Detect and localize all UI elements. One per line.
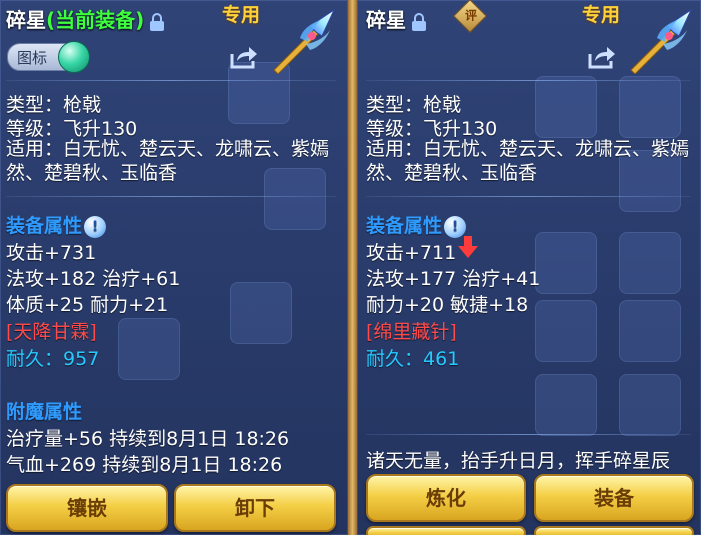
enchant-header: 附魔属性 — [6, 401, 83, 423]
background-slot — [619, 232, 681, 294]
refine-button[interactable]: 炼化 — [366, 474, 526, 522]
item-title: 碎星 — [366, 4, 426, 33]
magic-heal-stat: 法攻+177 治疗+41 — [366, 268, 541, 290]
item-type: 类型：枪戟 — [366, 94, 462, 116]
decrease-arrow-icon — [458, 235, 479, 258]
attributes-header-label: 装备属性 — [6, 215, 83, 237]
durability: 耐久：957 — [6, 344, 99, 371]
item-name: 碎星 — [366, 8, 406, 32]
lock-icon — [412, 12, 426, 31]
divider-line — [366, 80, 691, 81]
durability-value: 461 — [423, 348, 460, 370]
unequip-button[interactable]: 卸下 — [174, 484, 336, 532]
background-slot — [619, 300, 681, 362]
enchant-heal: 治疗量+56 持续到8月1日 18:26 — [6, 428, 290, 450]
background-slot — [619, 76, 681, 138]
durability-value: 957 — [63, 348, 100, 370]
durability-label: 耐久： — [6, 348, 64, 370]
divider-line — [366, 196, 691, 197]
magic-heal-stat: 法攻+182 治疗+61 — [6, 268, 181, 290]
equip-button[interactable]: 装备 — [534, 474, 694, 522]
lock-icon — [150, 12, 165, 31]
background-slot — [619, 374, 681, 436]
background-slot — [535, 232, 597, 294]
divider-line — [366, 434, 691, 435]
share-icon[interactable] — [587, 44, 617, 70]
background-slot — [118, 318, 180, 380]
background-slot — [535, 76, 597, 138]
attack-stat: 攻击+711 — [366, 235, 479, 265]
info-icon[interactable]: ! — [444, 215, 467, 238]
special-effect: [绵里藏针] — [366, 321, 457, 343]
equipped-status: (当前装备) — [46, 8, 145, 32]
attack-stat-value: 攻击+711 — [366, 242, 457, 264]
durability-label: 耐久： — [366, 348, 424, 370]
background-slot — [535, 374, 597, 436]
spear-weapon-icon — [630, 8, 693, 74]
attributes-header: 装备属性! — [6, 211, 107, 238]
item-type: 类型：枪戟 — [6, 94, 102, 116]
special-effect: [天降甘霖] — [6, 321, 97, 343]
inlay-button[interactable]: 镶嵌 — [6, 484, 168, 532]
item-applicable-classes: 适用：白无忧、楚云天、龙啸云、紫嫣然、楚碧秋、玉临香 — [366, 138, 690, 184]
divider-line — [6, 80, 336, 81]
body-stats: 体质+25 耐力+21 — [6, 294, 169, 316]
info-icon[interactable]: ! — [84, 215, 107, 238]
share-icon[interactable] — [229, 44, 259, 70]
enchant-hp: 气血+269 持续到8月1日 18:26 — [6, 454, 283, 476]
icon-toggle-button[interactable]: 图标 — [7, 41, 90, 73]
compare-item-panel: 碎星 评 专用 类型：枪戟 等级：飞升130 适用：白无忧、楚云天、龙啸云、紫嫣… — [357, 0, 701, 535]
rate-badge-icon[interactable]: 评 — [453, 0, 487, 33]
exclusive-label: 专用 — [222, 4, 261, 26]
item-applicable-classes: 适用：白无忧、楚云天、龙啸云、紫嫣然、楚碧秋、玉临香 — [6, 138, 330, 184]
item-name: 碎星 — [6, 8, 46, 32]
hidden-button-partial[interactable] — [534, 526, 694, 535]
attributes-header: 装备属性! — [366, 211, 467, 238]
body-stats: 耐力+20 敏捷+18 — [366, 294, 529, 316]
durability: 耐久：461 — [366, 344, 459, 371]
item-title: 碎星(当前装备) — [6, 4, 165, 33]
background-slot — [535, 300, 597, 362]
hidden-button-partial[interactable] — [366, 526, 526, 535]
spear-weapon-icon — [273, 8, 336, 74]
divider-line — [6, 196, 336, 197]
jade-orb-icon — [58, 41, 90, 73]
attack-stat: 攻击+731 — [6, 242, 97, 264]
exclusive-label: 专用 — [582, 4, 621, 26]
flavor-text: 诸天无量，抬手升日月，挥手碎星辰 — [366, 450, 671, 472]
attributes-header-label: 装备属性 — [366, 215, 443, 237]
equipped-item-panel: 碎星(当前装备) 专用 图标 类型：枪戟 等级：飞升130 适用：白无忧、楚云天… — [0, 0, 348, 535]
icon-toggle-label: 图标 — [17, 49, 48, 67]
item-compare-screen: 碎星(当前装备) 专用 图标 类型：枪戟 等级：飞升130 适用：白无忧、楚云天… — [0, 0, 701, 535]
panel-divider — [348, 0, 357, 535]
background-slot — [230, 282, 292, 344]
